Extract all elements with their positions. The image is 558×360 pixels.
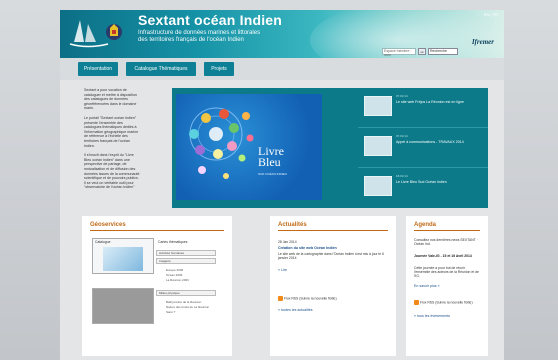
rss-link[interactable]: Flux RSS (Suivre la nouvelle flotte) [278, 296, 337, 301]
main-nav: Présentation Catalogue Thématiques Proje… [60, 58, 504, 80]
actualite-date: 28 Jan 2014 [278, 240, 297, 244]
agenda-panel: Agenda Consultez nos dernières news SEXT… [406, 216, 488, 356]
intro-paragraph-2: Le portail "Sextant océan Indien" présen… [84, 115, 139, 148]
nav-catalogue[interactable]: Catalogue Thématiques [126, 62, 196, 76]
news-thumbnail [364, 136, 392, 156]
actualites-panel: Actualités 28 Jan 2014 Création du site … [270, 216, 396, 356]
actualite-body: Le site web de la cartographie dans l'Oc… [278, 252, 384, 261]
category-row[interactable]: Activités humaines [156, 250, 216, 256]
agenda-intro: Consultez nos dernières news SEXTANT · O… [414, 238, 478, 247]
search-select[interactable]: Recherche [428, 48, 458, 55]
news-text: Appel à communications - TRAVAUX 2014 [396, 140, 464, 144]
livre-bleu-sub: SUD OCÉAN INDIEN [258, 172, 287, 176]
actualite-more-link[interactable]: » Lire [278, 268, 287, 272]
all-news-link[interactable]: » toutes les actualités [278, 308, 313, 312]
hero-banner: Livre Bleu SUD OCÉAN INDIEN 07.03.14 Le … [172, 88, 488, 208]
language-links[interactable]: EN | FR [484, 12, 498, 17]
category-bullet[interactable]: La Réunion 2003 [166, 278, 189, 282]
subtitle-line-1: Infrastructure de données marines et lit… [138, 30, 261, 36]
category-row[interactable]: Milieu physique [156, 290, 216, 296]
news-item[interactable]: 18.03.14 Le Livre Bleu Sud Océan Indien [358, 168, 488, 208]
site-title: Sextant océan Indien [138, 12, 283, 28]
news-date: 07.03.14 [396, 94, 408, 98]
page: Sextant océan Indien Infrastructure de d… [0, 0, 558, 360]
category-bullet[interactable]: Ocean 2006 [166, 273, 182, 277]
news-item[interactable]: 07.03.14 Appel à communications - TRAVAU… [358, 128, 488, 168]
panel-divider [414, 230, 480, 231]
livre-bleu-image[interactable]: Livre Bleu SUD OCÉAN INDIEN [176, 94, 322, 200]
subtitle-line-2: des territoires français de l'océan Indi… [138, 37, 244, 43]
actualites-title: Actualités [278, 222, 307, 228]
livre-bleu-title: Livre Bleu [258, 145, 284, 169]
cartes-label: Cartes thématiques [158, 240, 188, 244]
catalogue-label: Catalogue [95, 240, 111, 244]
main-content: Sextant a pour vocation de cataloguer et… [60, 80, 504, 360]
geoservices-panel: Géoservices Catalogue Cartes thématiques… [82, 216, 232, 356]
map-thumbnail[interactable] [92, 288, 154, 324]
intro-paragraph-1: Sextant a pour vocation de cataloguer et… [84, 88, 137, 111]
intro-text: Sextant a pour vocation de cataloguer et… [84, 88, 140, 195]
ifremer-logo[interactable]: Ifremer [472, 38, 494, 46]
news-text: Le site web Fréjus La Réunion est en lig… [396, 100, 464, 104]
panel-divider [90, 230, 224, 231]
all-events-link[interactable]: » tous les événements [414, 314, 450, 318]
rss-icon [278, 296, 283, 301]
catalogue-screenshot [103, 247, 143, 271]
agenda-more-link[interactable]: En savoir plus » [414, 284, 440, 288]
rss-icon [414, 300, 419, 305]
news-date: 18.03.14 [396, 174, 408, 178]
sextant-logo[interactable] [68, 16, 126, 52]
news-text: Le Livre Bleu Sud Océan Indien [396, 180, 447, 184]
rss-label: Flux RSS (Suivre la nouvelle flotte) [284, 296, 337, 301]
nav-presentation[interactable]: Présentation [78, 62, 118, 76]
category-bullet[interactable]: Bathymétrie de la Réunion [166, 300, 201, 304]
category-bullet[interactable]: Europe 2006 [166, 268, 183, 272]
site-subtitle: Infrastructure de données marines et lit… [138, 30, 308, 44]
geoservices-title: Géoservices [90, 222, 126, 228]
site-header: Sextant océan Indien Infrastructure de d… [60, 10, 504, 58]
member-search-input[interactable]: Espace membre : nom [382, 48, 416, 57]
livre-bleu-title-2: Bleu [258, 155, 281, 169]
category-row[interactable]: Imagerie [156, 258, 216, 264]
nav-projets[interactable]: Projets [204, 62, 234, 76]
panel-divider [278, 230, 388, 231]
hero-news-list: 07.03.14 Le site web Fréjus La Réunion e… [358, 88, 488, 208]
agenda-title: Agenda [414, 222, 437, 228]
category-bullet[interactable]: Nature des fonds de La Réunion [166, 305, 209, 309]
catalogue-thumbnail[interactable]: Catalogue [92, 238, 154, 274]
agenda-event-title[interactable]: Journée Vale-IG - 15 et 16 Avril 2014 [414, 254, 480, 258]
search-area: Espace membre : nom ok Recherche [382, 48, 458, 57]
category-bullet[interactable]: Sans ? [166, 310, 175, 314]
livre-bleu-illustration [189, 107, 254, 179]
news-item[interactable]: 07.03.14 Le site web Fréjus La Réunion e… [358, 88, 488, 128]
news-date: 07.03.14 [396, 134, 408, 138]
news-thumbnail [364, 96, 392, 116]
agenda-rss-link[interactable]: Flux RSS (Suivre la nouvelle flotte) [414, 300, 480, 305]
agenda-rss-label: Flux RSS (Suivre la nouvelle flotte) [420, 300, 473, 305]
intro-paragraph-3: Il s'inscrit dans l'esprit du "Livre Ble… [84, 153, 140, 190]
actualite-headline[interactable]: Création du site web Océan Indien [278, 246, 337, 250]
news-thumbnail [364, 176, 392, 196]
search-button[interactable]: ok [418, 48, 426, 55]
agenda-event-body: Cette journée a pour but de réunir l'ens… [414, 266, 479, 279]
